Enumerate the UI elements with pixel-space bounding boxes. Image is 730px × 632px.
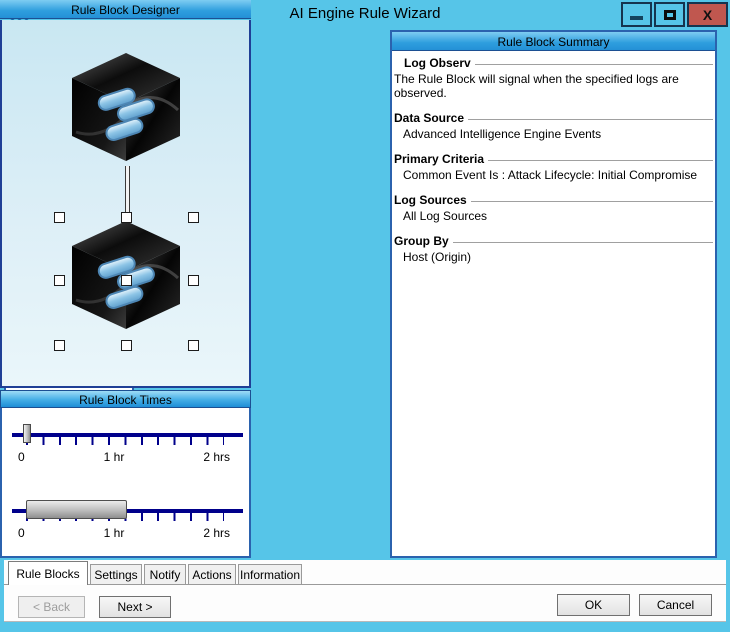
- summary-section-heading: Log Observ: [394, 56, 713, 70]
- slider1-labels: 0 1 hr 2 hrs: [18, 450, 230, 464]
- summary-section: Group By Host (Origin): [394, 234, 713, 264]
- summary-section-value: Advanced Intelligence Engine Events: [403, 127, 602, 141]
- selection-handle[interactable]: [121, 340, 132, 351]
- summary-section-value: The Rule Block will signal when the spec…: [394, 72, 679, 100]
- designer-canvas[interactable]: [0, 20, 251, 388]
- slider1-ticks: [26, 437, 224, 445]
- close-icon: X: [702, 6, 713, 23]
- summary-body: Log Observ The Rule Block will signal wh…: [392, 52, 715, 556]
- selection-handle[interactable]: [54, 275, 65, 286]
- selection-handle[interactable]: [188, 340, 199, 351]
- summary-section-heading: Group By: [394, 234, 713, 248]
- rule-block-times-header: Rule Block Times: [0, 390, 251, 408]
- rule-block-times-body: 0 1 hr 2 hrs 0 1 hr 2 hrs: [0, 408, 251, 558]
- selection-handle[interactable]: [121, 275, 132, 286]
- summary-section: Log Observ The Rule Block will signal wh…: [394, 56, 713, 100]
- tab-information[interactable]: Information: [238, 564, 302, 585]
- next-button[interactable]: Next >: [99, 596, 171, 618]
- summary-section-value: Host (Origin): [403, 250, 472, 264]
- rule-block-designer-header: Rule Block Designer: [0, 0, 251, 19]
- cancel-button[interactable]: Cancel: [639, 594, 712, 616]
- rule-block-designer-panel: Rule Block Designer Rule Block Times 0 1…: [0, 0, 251, 558]
- maximize-button[interactable]: [654, 2, 685, 27]
- summary-section: Log Sources All Log Sources: [394, 193, 713, 223]
- selection-handle[interactable]: [188, 275, 199, 286]
- maximize-icon: [663, 9, 676, 20]
- bottom-bar: Rule Blocks Settings Notify Actions Info…: [4, 560, 726, 622]
- rule-block-summary-panel: Rule Block Summary Log Observ The Rule B…: [390, 30, 717, 558]
- tab-actions[interactable]: Actions: [188, 564, 236, 585]
- slider2-labels: 0 1 hr 2 hrs: [18, 526, 230, 540]
- rule-block-summary-header: Rule Block Summary: [392, 32, 715, 51]
- close-button[interactable]: X: [687, 2, 728, 27]
- selection-handle[interactable]: [54, 340, 65, 351]
- tab-rule-blocks[interactable]: Rule Blocks: [8, 561, 88, 585]
- summary-section-heading: Primary Criteria: [394, 152, 713, 166]
- summary-section-heading: Data Source: [394, 111, 713, 125]
- minimize-button[interactable]: [621, 2, 652, 27]
- ok-button[interactable]: OK: [557, 594, 630, 616]
- designer-cube-top[interactable]: [66, 48, 186, 168]
- selection-handle[interactable]: [188, 212, 199, 223]
- tab-settings[interactable]: Settings: [90, 564, 142, 585]
- slider2-range-bar[interactable]: [26, 500, 127, 519]
- ai-engine-rule-wizard-window: AI Engine Rule Wizard X Rule Block Types…: [0, 0, 730, 632]
- selection-handle[interactable]: [121, 212, 132, 223]
- selection-handle[interactable]: [54, 212, 65, 223]
- minimize-icon: [630, 15, 643, 20]
- summary-section: Primary Criteria Common Event Is : Attac…: [394, 152, 713, 182]
- summary-section-value: All Log Sources: [403, 209, 488, 223]
- summary-section-value: Common Event Is : Attack Lifecycle: Init…: [403, 168, 698, 182]
- tab-notify[interactable]: Notify: [144, 564, 186, 585]
- summary-section-heading: Log Sources: [394, 193, 713, 207]
- back-button[interactable]: < Back: [18, 596, 85, 618]
- slider1-thumb[interactable]: [23, 424, 31, 443]
- summary-section: Data Source Advanced Intelligence Engine…: [394, 111, 713, 141]
